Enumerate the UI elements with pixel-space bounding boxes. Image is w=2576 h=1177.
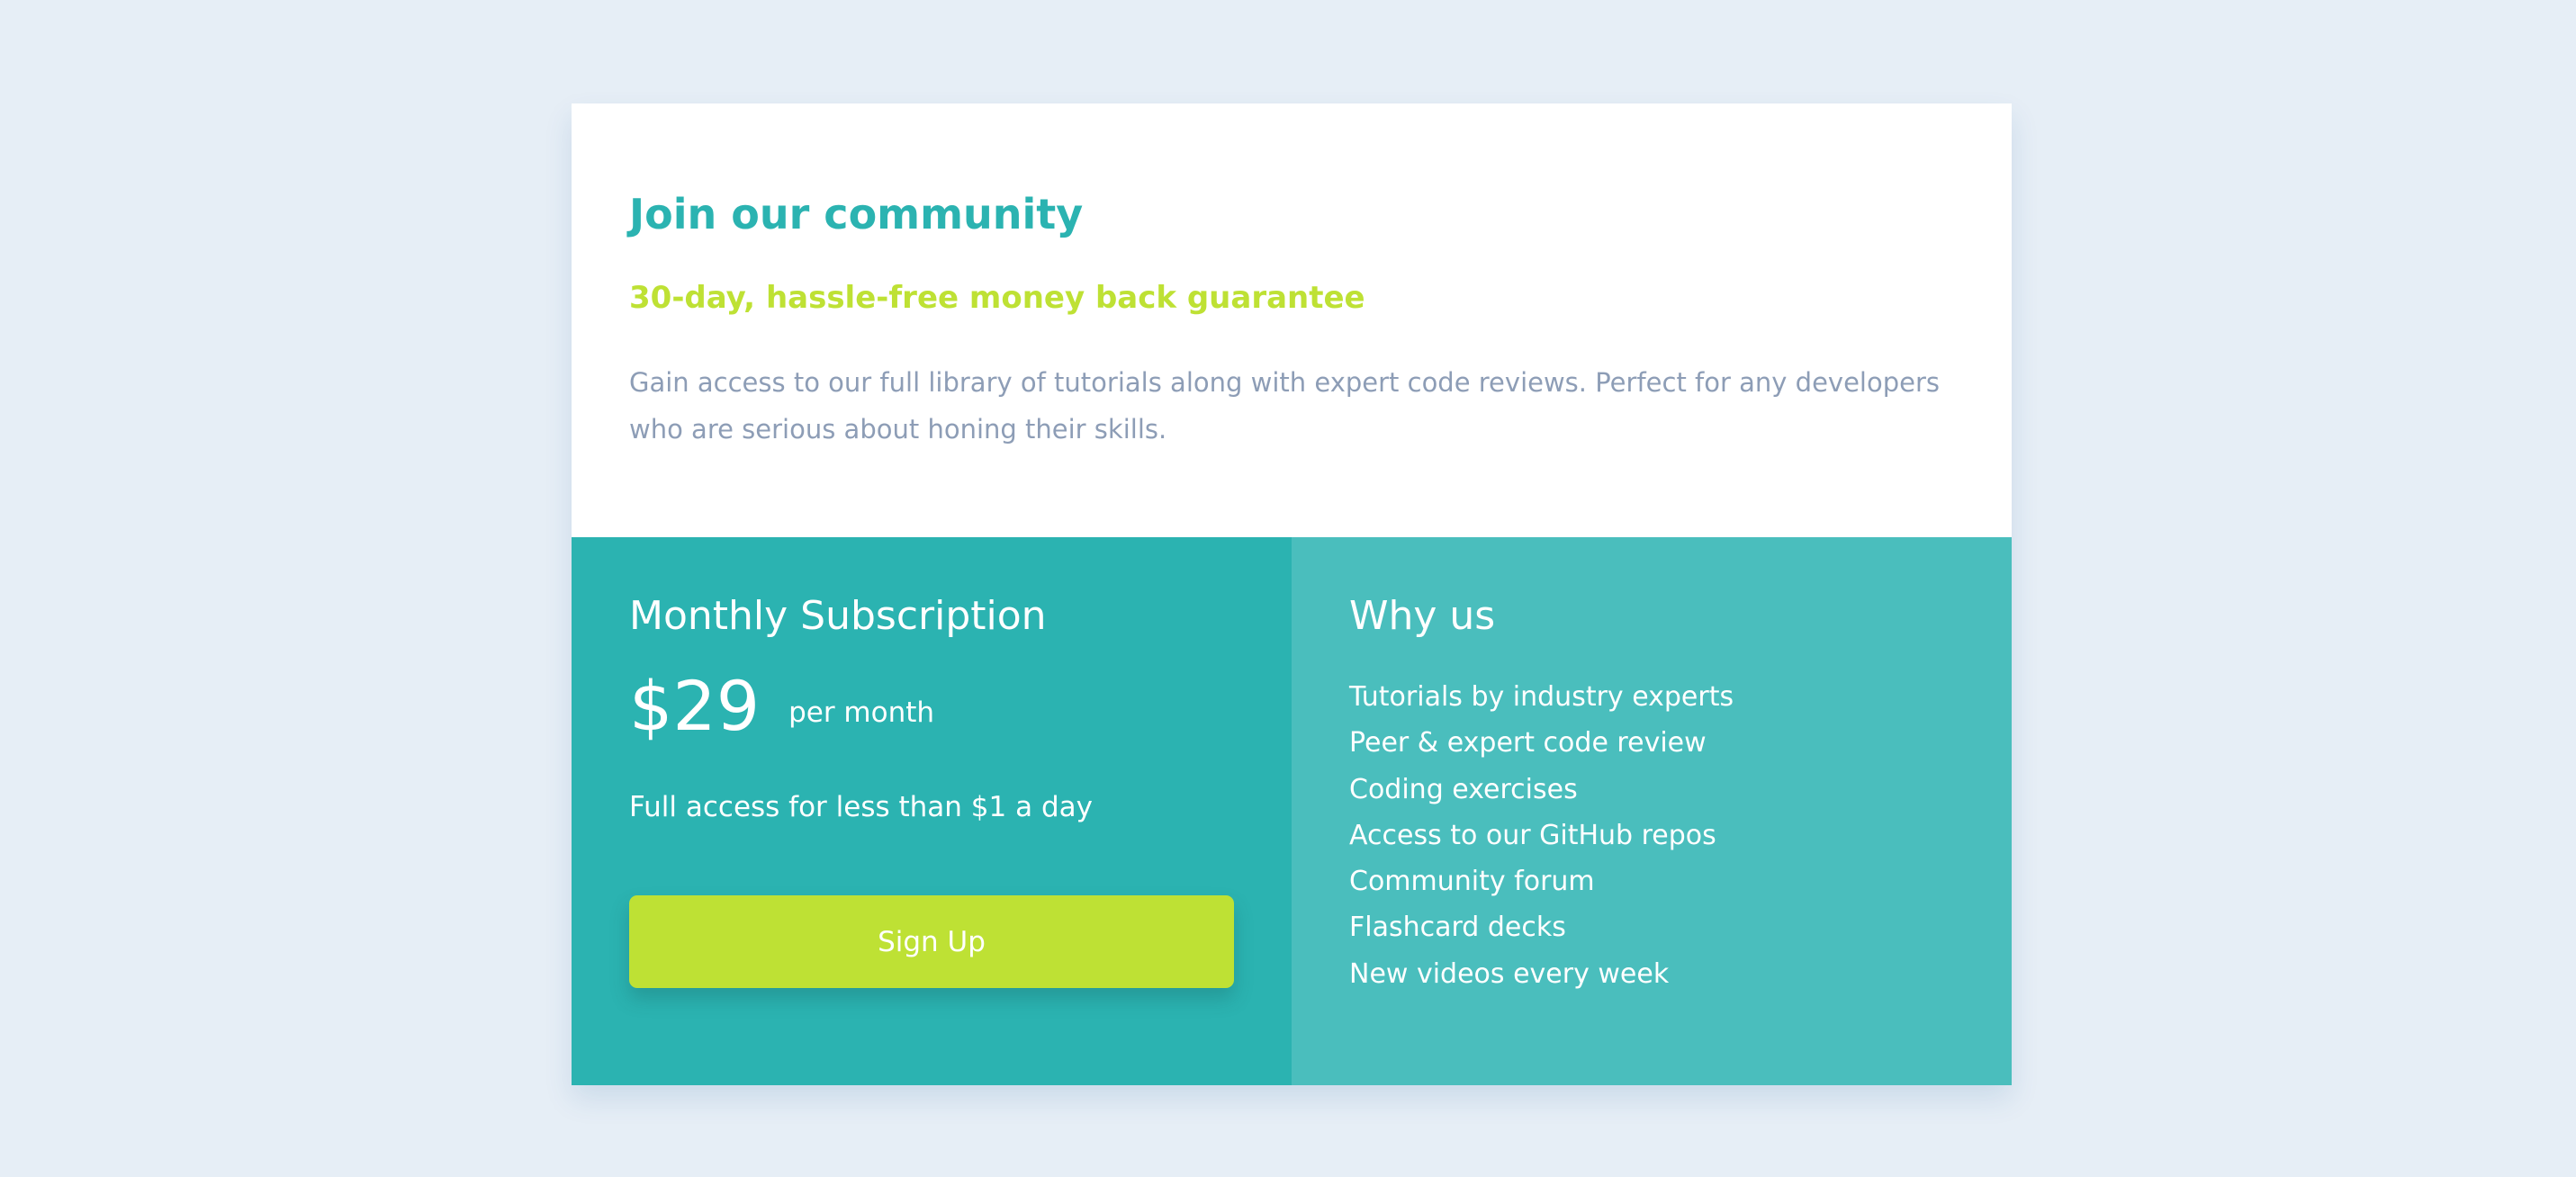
feature-item: Access to our GitHub repos xyxy=(1349,819,1716,851)
guarantee-subtitle: 30-day, hassle-free money back guarantee xyxy=(629,280,1365,316)
subscription-title: Monthly Subscription xyxy=(629,593,1047,639)
subscription-panel: Monthly Subscription $29 per month Full … xyxy=(572,537,1292,1085)
why-us-panel: Why us Tutorials by industry experts Pee… xyxy=(1292,537,2012,1085)
feature-item: Tutorials by industry experts xyxy=(1349,681,1734,713)
feature-item: Peer & expert code review xyxy=(1349,727,1707,759)
pricing-card: Join our community 30-day, hassle-free m… xyxy=(572,103,2012,1085)
features-list: Tutorials by industry experts Peer & exp… xyxy=(1349,674,1734,997)
subscription-note: Full access for less than $1 a day xyxy=(629,791,1093,823)
why-us-title: Why us xyxy=(1349,593,1496,639)
price-row: $29 per month xyxy=(629,672,934,741)
sign-up-button[interactable]: Sign Up xyxy=(629,895,1234,988)
feature-item: New videos every week xyxy=(1349,957,1670,990)
community-description: Gain access to our full library of tutor… xyxy=(629,367,1940,445)
price-value: $29 xyxy=(629,666,761,746)
feature-item: Community forum xyxy=(1349,866,1595,898)
price-period: per month xyxy=(788,696,935,729)
community-section: Join our community 30-day, hassle-free m… xyxy=(572,103,2012,537)
community-title: Join our community xyxy=(629,190,1084,238)
feature-item: Flashcard decks xyxy=(1349,912,1566,944)
feature-item: Coding exercises xyxy=(1349,773,1578,805)
